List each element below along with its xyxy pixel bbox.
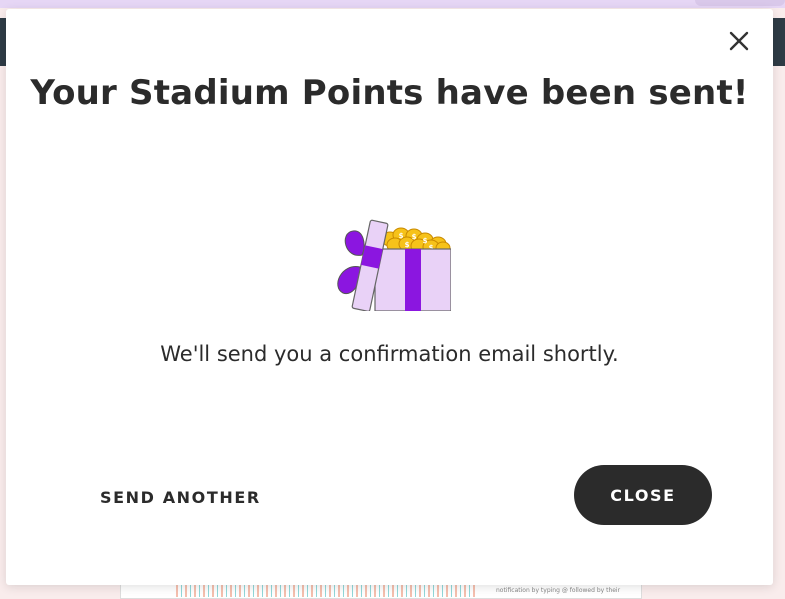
close-icon[interactable] [727, 29, 751, 53]
background-snippet-text: notification by typing @ followed by the… [496, 587, 621, 594]
background-chart-bars [176, 583, 476, 597]
svg-text:$: $ [423, 237, 428, 245]
background-header-right [771, 18, 785, 66]
background-top-bar [0, 0, 785, 8]
points-sent-modal: Your Stadium Points have been sent! $ $ … [6, 9, 773, 585]
svg-text:$: $ [405, 241, 410, 249]
svg-text:$: $ [412, 233, 417, 241]
confirmation-message: We'll send you a confirmation email shor… [160, 342, 619, 366]
gift-box-coins-icon: $ $ $ $ $ [325, 211, 452, 312]
close-button[interactable]: CLOSE [574, 465, 712, 525]
svg-text:$: $ [399, 232, 404, 240]
modal-title: Your Stadium Points have been sent! [30, 73, 749, 113]
send-another-button[interactable]: SEND ANOTHER [100, 485, 261, 511]
